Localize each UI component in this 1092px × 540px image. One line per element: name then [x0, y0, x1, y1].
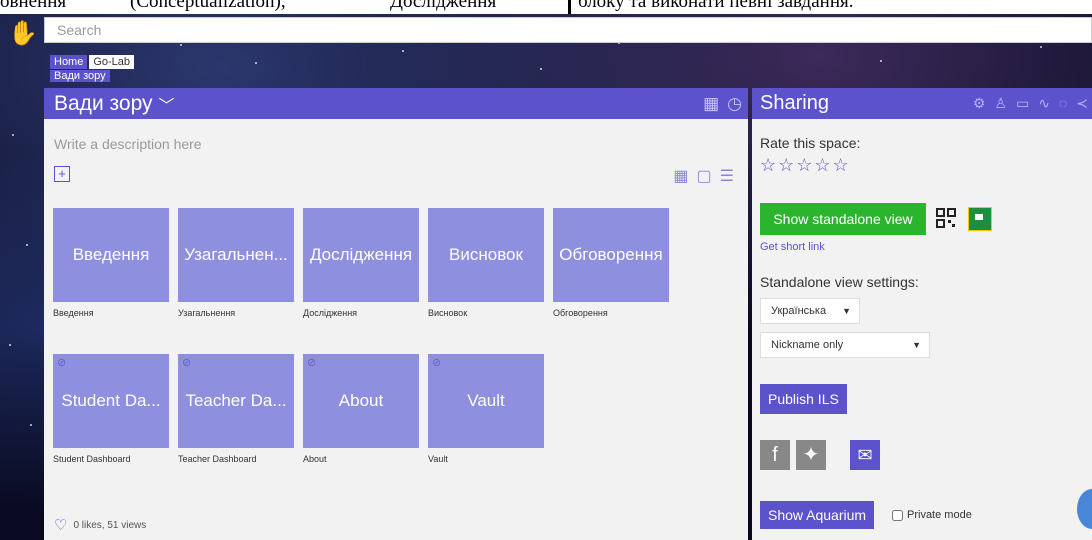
nickname-select-value: Nickname only [771, 339, 844, 351]
rate-label: Rate this space: [760, 135, 861, 151]
hidden-eye-icon: ⊘ [57, 357, 67, 369]
app-tile[interactable]: ⊘ Vault [428, 354, 544, 448]
language-select-value: Українська [771, 305, 827, 317]
user-icon[interactable]: ♙ [994, 95, 1007, 112]
show-aquarium-button[interactable]: Show Aquarium [760, 501, 875, 529]
doc-text-2: (Conceptualization), [130, 0, 286, 12]
phase-tile[interactable]: Обговорення [553, 208, 669, 302]
clock-icon[interactable]: ◷ [727, 94, 742, 114]
rating-stars[interactable]: ☆☆☆☆☆ [760, 155, 851, 176]
tile-label: Student Da... [61, 391, 161, 410]
private-mode-checkbox[interactable] [892, 509, 903, 521]
page-title[interactable]: Вади зору [54, 92, 153, 116]
add-button[interactable]: + [54, 166, 70, 182]
short-link[interactable]: Get short link [760, 241, 825, 253]
tile-caption: Обговорення [553, 308, 608, 318]
tile-caption: Дослідження [303, 308, 358, 318]
logo-icon[interactable]: ✋ [8, 20, 38, 48]
description-field[interactable]: Write a description here [54, 136, 202, 152]
doc-text-4: блоку та виконати певні завдання. [578, 0, 854, 12]
tile-caption: Student Dashboard [53, 454, 131, 464]
classroom-icon[interactable] [968, 207, 992, 231]
dropdown-arrow-icon: ▼ [912, 340, 921, 350]
phase-tile[interactable]: Узагальнен... [178, 208, 294, 302]
space-header: Вади зору ﹀ ▦ ◷ [44, 88, 748, 119]
likes-views-text: 0 likes, 51 views [73, 519, 147, 531]
qr-icon[interactable] [936, 208, 956, 228]
tile-caption: Введення [53, 308, 94, 318]
hidden-eye-icon: ⊘ [182, 357, 192, 369]
hidden-eye-icon: ⊘ [432, 357, 442, 369]
list-view-icon[interactable]: ☰ [720, 166, 734, 186]
tile-label: Teacher Da... [185, 391, 287, 410]
tile-caption: About [303, 454, 327, 464]
doc-text-3: Дослідження [390, 0, 497, 12]
single-view-icon[interactable]: ▢ [697, 166, 712, 186]
tile-label: About [338, 391, 384, 410]
tile-label: Введення [72, 245, 150, 264]
breadcrumb-golab[interactable]: Go-Lab [89, 55, 135, 69]
language-select[interactable]: Українська ▼ [760, 298, 860, 324]
tiles-view-icon[interactable]: ▦ [673, 166, 688, 186]
app-tile[interactable]: ⊘ About [303, 354, 419, 448]
chart-icon[interactable]: ∿ [1038, 95, 1050, 112]
tile-caption: Узагальнення [178, 308, 236, 318]
heart-icon[interactable]: ♡ [54, 516, 67, 534]
settings-icon[interactable]: ⚙ [973, 95, 986, 112]
phase-tile[interactable]: Дослідження [303, 208, 419, 302]
sharing-title: Sharing [760, 92, 829, 114]
show-standalone-button[interactable]: Show standalone view [760, 203, 926, 235]
document-strip: овнення (Conceptualization), Дослідження… [0, 0, 1092, 14]
search-input[interactable] [45, 18, 1091, 42]
likes-views: ♡ 0 likes, 51 views [54, 516, 146, 534]
tile-caption: Висновок [428, 308, 468, 318]
private-mode-label: Private mode [907, 509, 972, 521]
breadcrumb-current: Вади зору [50, 70, 110, 82]
breadcrumb-home[interactable]: Home [50, 55, 88, 69]
lightbulb-icon[interactable]: ◌ [1059, 95, 1067, 112]
sharing-panel: Sharing ⚙ ♙ ▭ ∿ ◌ ≺ Rate this space: ☆☆☆… [752, 88, 1092, 540]
private-mode-toggle[interactable]: Private mode [892, 509, 972, 521]
doc-text-1: овнення [0, 0, 67, 12]
grid-icon[interactable]: ▦ [703, 94, 719, 114]
facebook-icon[interactable]: f [760, 440, 790, 470]
sharing-header: Sharing ⚙ ♙ ▭ ∿ ◌ ≺ [752, 88, 1092, 119]
app-tile[interactable]: ⊘ Teacher Da... [178, 354, 294, 448]
search-bar [44, 17, 1092, 43]
share-icon[interactable]: ≺ [1076, 95, 1088, 112]
space-panel: Вади зору ﹀ ▦ ◷ Write a description here… [44, 88, 748, 540]
tile-label: Vault [467, 391, 505, 410]
publish-ils-button[interactable]: Publish ILS [760, 384, 847, 414]
tile-caption: Teacher Dashboard [178, 454, 257, 464]
doc-divider [568, 0, 571, 14]
email-icon[interactable]: ✉ [850, 440, 880, 470]
nickname-select[interactable]: Nickname only ▼ [760, 332, 930, 358]
app-tile[interactable]: ⊘ Student Da... [53, 354, 169, 448]
hidden-eye-icon: ⊘ [307, 357, 317, 369]
dropdown-arrow-icon: ▼ [842, 306, 851, 316]
standalone-settings-label: Standalone view settings: [760, 274, 919, 290]
tile-label: Висновок [449, 245, 523, 264]
tile-caption: Vault [428, 454, 448, 464]
phase-tile[interactable]: Висновок [428, 208, 544, 302]
phase-tile[interactable]: Введення [53, 208, 169, 302]
tile-label: Узагальнен... [184, 245, 288, 264]
breadcrumb: Home Go-Lab Вади зору [50, 53, 136, 82]
tile-label: Обговорення [559, 245, 663, 264]
chat-icon[interactable]: ▭ [1016, 95, 1029, 112]
tile-label: Дослідження [309, 245, 413, 264]
chevron-down-icon[interactable]: ﹀ [159, 92, 175, 116]
twitter-icon[interactable]: ✦ [796, 440, 826, 470]
